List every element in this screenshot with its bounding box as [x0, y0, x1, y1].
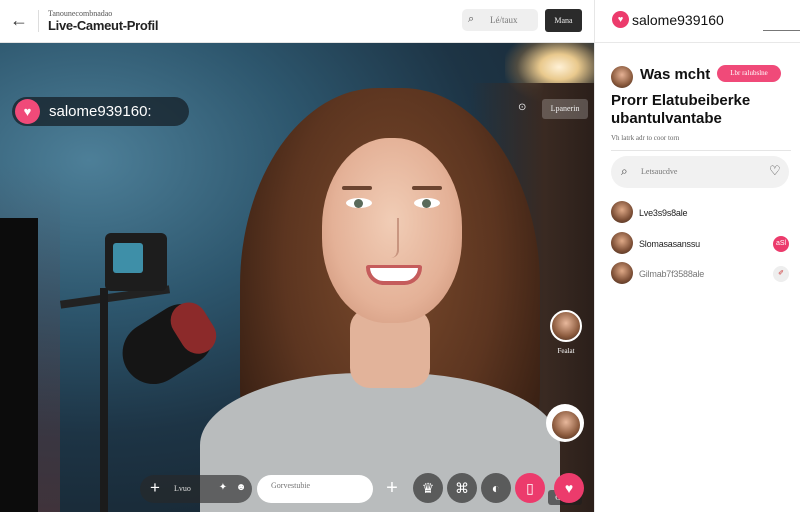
- viewer-name: Slomasasanssu: [639, 239, 700, 249]
- panel-question: Was mcht: [640, 66, 711, 83]
- right-eyebrow: [412, 186, 442, 190]
- panel-username[interactable]: salome939160: [632, 12, 724, 28]
- like-heart-icon[interactable]: ♥: [554, 473, 584, 503]
- avatar[interactable]: [611, 66, 633, 88]
- phone-icon[interactable]: ▯: [515, 473, 545, 503]
- sparkle-icon[interactable]: ✦: [216, 482, 230, 496]
- avatar: [611, 232, 633, 254]
- plus-icon[interactable]: +: [150, 478, 160, 498]
- add-icon[interactable]: +: [377, 473, 407, 503]
- viewer-name: Lve3s9s8ale: [639, 208, 688, 218]
- control-group: + Lvuo ✦ ☻: [140, 475, 252, 503]
- list-item[interactable]: Gilmab7f3588ale ✐: [611, 262, 791, 286]
- crown-icon[interactable]: ♛: [413, 473, 443, 503]
- list-item[interactable]: Lve3s9s8ale: [611, 201, 791, 225]
- edit-icon[interactable]: ✐: [773, 266, 789, 282]
- search-icon: ⌕: [621, 164, 628, 178]
- left-eyebrow: [342, 186, 372, 190]
- live-video[interactable]: ♥ salome939160: ⊙ Lpanerin Fealat Cwrct …: [0, 43, 594, 512]
- page-title: Live-Cameut-Profil: [48, 18, 159, 33]
- panel-headline: Prorr Elatubeiberke ubantulvantabe: [611, 92, 751, 127]
- follow-pill[interactable]: Lbr ralubslne: [717, 65, 781, 82]
- divider: [38, 10, 39, 32]
- comment-box[interactable]: [257, 475, 373, 503]
- viewer-name: Gilmab7f3588ale: [639, 269, 705, 279]
- camera: [105, 233, 167, 291]
- microphone: [110, 292, 226, 396]
- viewer-avatar[interactable]: [550, 310, 582, 342]
- overlay-tag[interactable]: Lpanerin: [542, 99, 588, 119]
- panel-search[interactable]: ⌕ Letsaucdve ♡: [611, 156, 789, 188]
- streamer-username: salome939160:: [49, 103, 152, 120]
- share-icon[interactable]: ⌘: [447, 473, 477, 503]
- menu-button[interactable]: Mana: [545, 9, 582, 32]
- viewer-label: Fealat: [557, 347, 575, 355]
- breadcrumb: Tanounecombnadao: [48, 9, 113, 18]
- search-button[interactable]: ⌕ Lé/taux: [462, 9, 538, 31]
- divider: [763, 30, 800, 31]
- status-badge[interactable]: aSl: [773, 236, 789, 252]
- emoji-icon[interactable]: ☻: [234, 482, 248, 496]
- search-icon: ⌕: [468, 13, 475, 25]
- heart-icon: ♥: [15, 99, 40, 124]
- heart-outline-icon[interactable]: ♡: [769, 163, 781, 179]
- viewer-avatar[interactable]: [550, 409, 582, 441]
- avatar: [611, 201, 633, 223]
- control-label: Lvuo: [174, 484, 191, 493]
- panel-header: ♥ salome939160: [595, 0, 800, 43]
- monitor-silhouette: [0, 218, 38, 512]
- smile: [366, 265, 422, 285]
- list-item[interactable]: Slomasasanssu aSl: [611, 232, 791, 256]
- divider: [611, 150, 791, 151]
- search-label: Letsaucdve: [641, 167, 678, 176]
- panel-meta: Vh latrk adr to coor torn: [611, 134, 680, 142]
- right-eye: [414, 198, 440, 208]
- comment-input[interactable]: [271, 481, 361, 490]
- mic-stand: [100, 288, 108, 512]
- nose: [385, 218, 399, 258]
- avatar: [611, 262, 633, 284]
- live-user-chip[interactable]: ♥ salome939160:: [12, 97, 189, 126]
- heart-icon: ♥: [612, 11, 629, 28]
- side-panel: ♥ salome939160 Was mcht Lbr ralubslne Pr…: [594, 0, 800, 512]
- left-eye: [346, 198, 372, 208]
- record-icon[interactable]: ◐: [481, 473, 511, 503]
- top-bar: ← Tanounecombnadao Live-Cameut-Profil ⌕ …: [0, 0, 594, 43]
- search-label: Lé/taux: [490, 15, 518, 25]
- viewers-icon[interactable]: ⊙: [518, 102, 526, 113]
- back-arrow-icon[interactable]: ←: [8, 9, 30, 31]
